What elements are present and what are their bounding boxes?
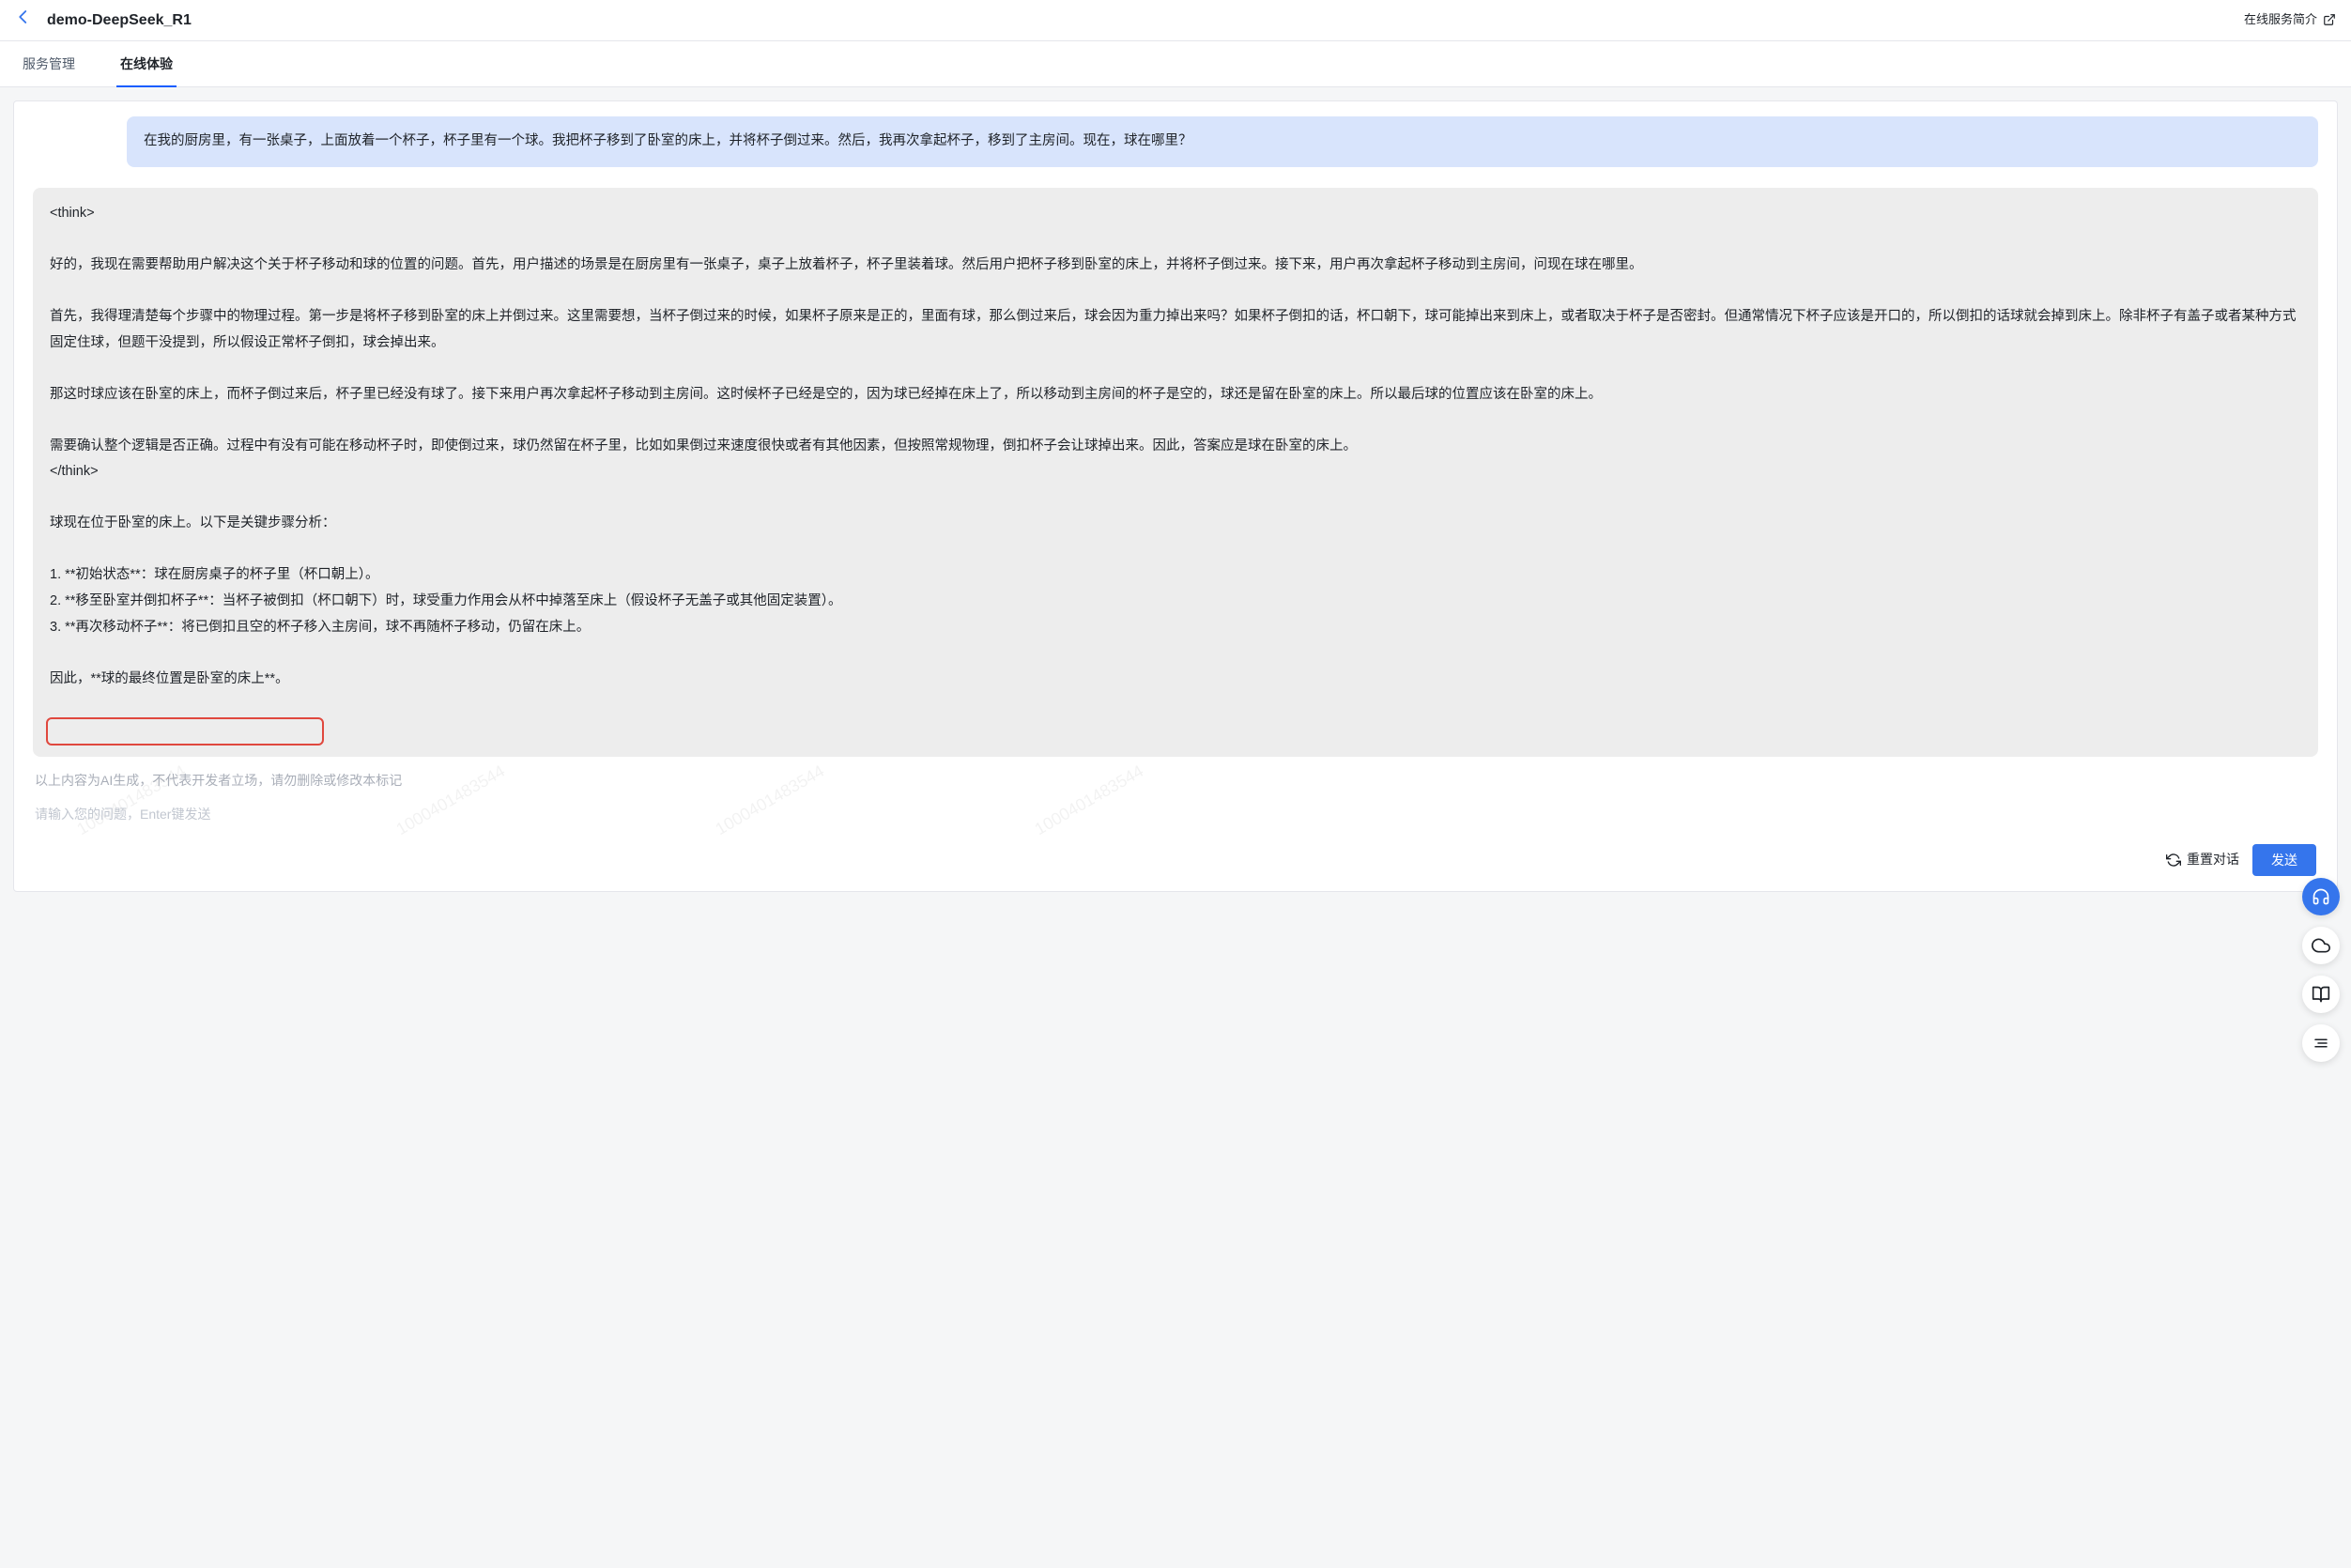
reset-conversation-button[interactable]: 重置对话 bbox=[2166, 849, 2239, 869]
tab-online-experience[interactable]: 在线体验 bbox=[116, 42, 177, 87]
docs-button[interactable] bbox=[2302, 976, 2340, 1013]
headset-icon bbox=[2312, 887, 2330, 906]
support-headset-button[interactable] bbox=[2302, 878, 2340, 915]
ai-disclaimer: 以上内容为AI生成，不代表开发者立场，请勿删除或修改本标记 bbox=[33, 766, 2318, 800]
input-row bbox=[33, 801, 2318, 831]
tab-bar: 服务管理 在线体验 bbox=[0, 41, 2351, 87]
answer-highlight-box bbox=[46, 717, 324, 746]
chat-scroll: 在我的厨房里，有一张桌子，上面放着一个杯子，杯子里有一个球。我把杯子移到了卧室的… bbox=[33, 116, 2318, 890]
send-button[interactable]: 发送 bbox=[2252, 844, 2316, 876]
list-icon bbox=[2313, 1035, 2329, 1052]
tab-service-management[interactable]: 服务管理 bbox=[19, 42, 79, 87]
header: demo-DeepSeek_R1 在线服务简介 bbox=[0, 0, 2351, 41]
menu-button[interactable] bbox=[2302, 1024, 2340, 1062]
back-arrow-icon[interactable] bbox=[15, 7, 32, 34]
message-input[interactable] bbox=[35, 801, 2316, 827]
cloud-icon bbox=[2312, 936, 2330, 955]
user-message-bubble: 在我的厨房里，有一张桌子，上面放着一个杯子，杯子里有一个球。我把杯子移到了卧室的… bbox=[127, 116, 2318, 166]
service-intro-label: 在线服务简介 bbox=[2244, 10, 2317, 30]
external-link-icon bbox=[2323, 13, 2336, 26]
float-rail bbox=[2302, 878, 2340, 1062]
page-title: demo-DeepSeek_R1 bbox=[47, 8, 192, 33]
book-icon bbox=[2312, 985, 2330, 1004]
cloud-button[interactable] bbox=[2302, 927, 2340, 964]
refresh-icon bbox=[2166, 853, 2181, 868]
service-intro-link[interactable]: 在线服务简介 bbox=[2244, 10, 2336, 30]
main-panel: 1000401483544 1000401483544 100040148354… bbox=[13, 100, 2338, 891]
reset-label: 重置对话 bbox=[2187, 849, 2239, 869]
footer-actions: 重置对话 发送 bbox=[33, 831, 2318, 891]
assistant-message-bubble: <think> 好的，我现在需要帮助用户解决这个关于杯子移动和球的位置的问题。首… bbox=[33, 188, 2318, 757]
